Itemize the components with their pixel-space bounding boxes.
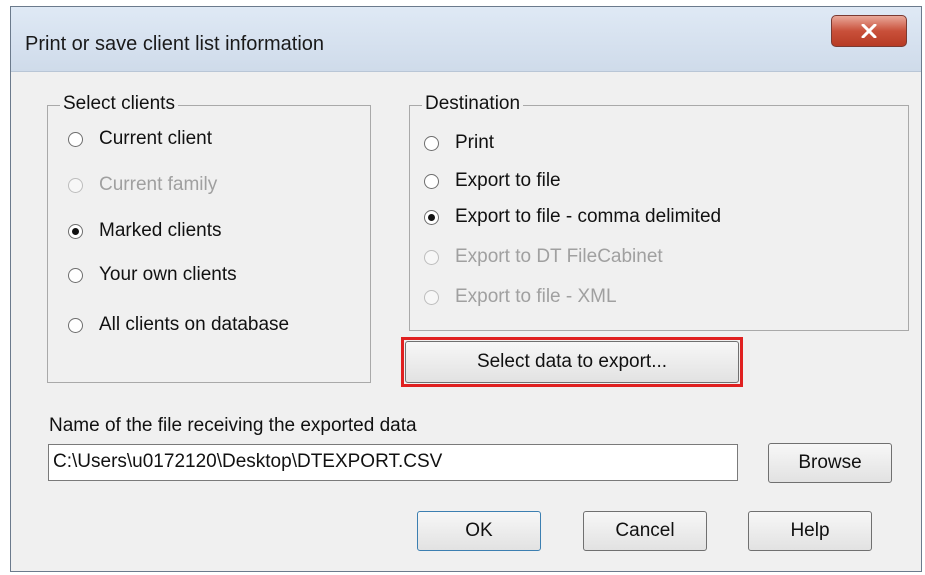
radio-print-indicator[interactable]: [424, 135, 439, 151]
radio-export-xml: Export to file - XML: [424, 284, 617, 310]
radio-your-own-clients[interactable]: Your own clients: [68, 262, 237, 288]
radio-current-client[interactable]: Current client: [68, 126, 212, 152]
file-path-input[interactable]: C:\Users\u0172120\Desktop\DTEXPORT.CSV: [48, 444, 738, 481]
select-clients-group: Select clients Current client Current fa…: [47, 93, 371, 383]
radio-marked-clients-label: Marked clients: [99, 220, 222, 241]
radio-current-family-indicator: [68, 177, 83, 193]
radio-all-clients-label: All clients on database: [99, 314, 290, 335]
browse-button[interactable]: Browse: [768, 443, 892, 483]
radio-current-family-label: Current family: [99, 174, 218, 195]
cancel-button[interactable]: Cancel: [583, 511, 707, 551]
radio-export-to-file-label: Export to file: [455, 170, 561, 191]
radio-export-xml-label: Export to file - XML: [455, 286, 617, 307]
close-icon: [861, 24, 877, 38]
radio-export-filecabinet: Export to DT FileCabinet: [424, 244, 663, 270]
radio-export-comma-delimited[interactable]: Export to file - comma delimited: [424, 204, 721, 230]
close-button[interactable]: [831, 15, 907, 47]
ok-button[interactable]: OK: [417, 511, 541, 551]
radio-print[interactable]: Print: [424, 130, 494, 156]
radio-current-client-label: Current client: [99, 128, 212, 149]
radio-export-xml-indicator: [424, 289, 439, 305]
help-button[interactable]: Help: [748, 511, 872, 551]
dialog-window: Print or save client list information Se…: [10, 6, 922, 572]
radio-export-comma-delimited-indicator[interactable]: [424, 209, 439, 225]
radio-export-to-file-indicator[interactable]: [424, 173, 439, 189]
radio-export-to-file[interactable]: Export to file: [424, 168, 561, 194]
radio-your-own-clients-label: Your own clients: [99, 264, 237, 285]
radio-marked-clients-indicator[interactable]: [68, 223, 83, 239]
radio-export-comma-delimited-label: Export to file - comma delimited: [455, 206, 722, 227]
destination-group: Destination Print Export to file Export …: [409, 93, 909, 331]
radio-export-filecabinet-label: Export to DT FileCabinet: [455, 246, 663, 267]
file-name-label: Name of the file receiving the exported …: [49, 415, 417, 436]
radio-print-label: Print: [455, 132, 495, 153]
radio-current-client-indicator[interactable]: [68, 131, 83, 147]
radio-current-family: Current family: [68, 172, 217, 198]
dialog-title: Print or save client list information: [25, 33, 325, 55]
radio-marked-clients[interactable]: Marked clients: [68, 218, 222, 244]
select-clients-legend: Select clients: [60, 93, 178, 115]
select-data-to-export-button[interactable]: Select data to export...: [405, 341, 739, 383]
radio-all-clients-indicator[interactable]: [68, 317, 83, 333]
radio-export-filecabinet-indicator: [424, 249, 439, 265]
radio-all-clients[interactable]: All clients on database: [68, 312, 289, 338]
destination-legend: Destination: [422, 93, 524, 115]
title-bar: Print or save client list information: [11, 7, 921, 72]
radio-your-own-clients-indicator[interactable]: [68, 267, 83, 283]
